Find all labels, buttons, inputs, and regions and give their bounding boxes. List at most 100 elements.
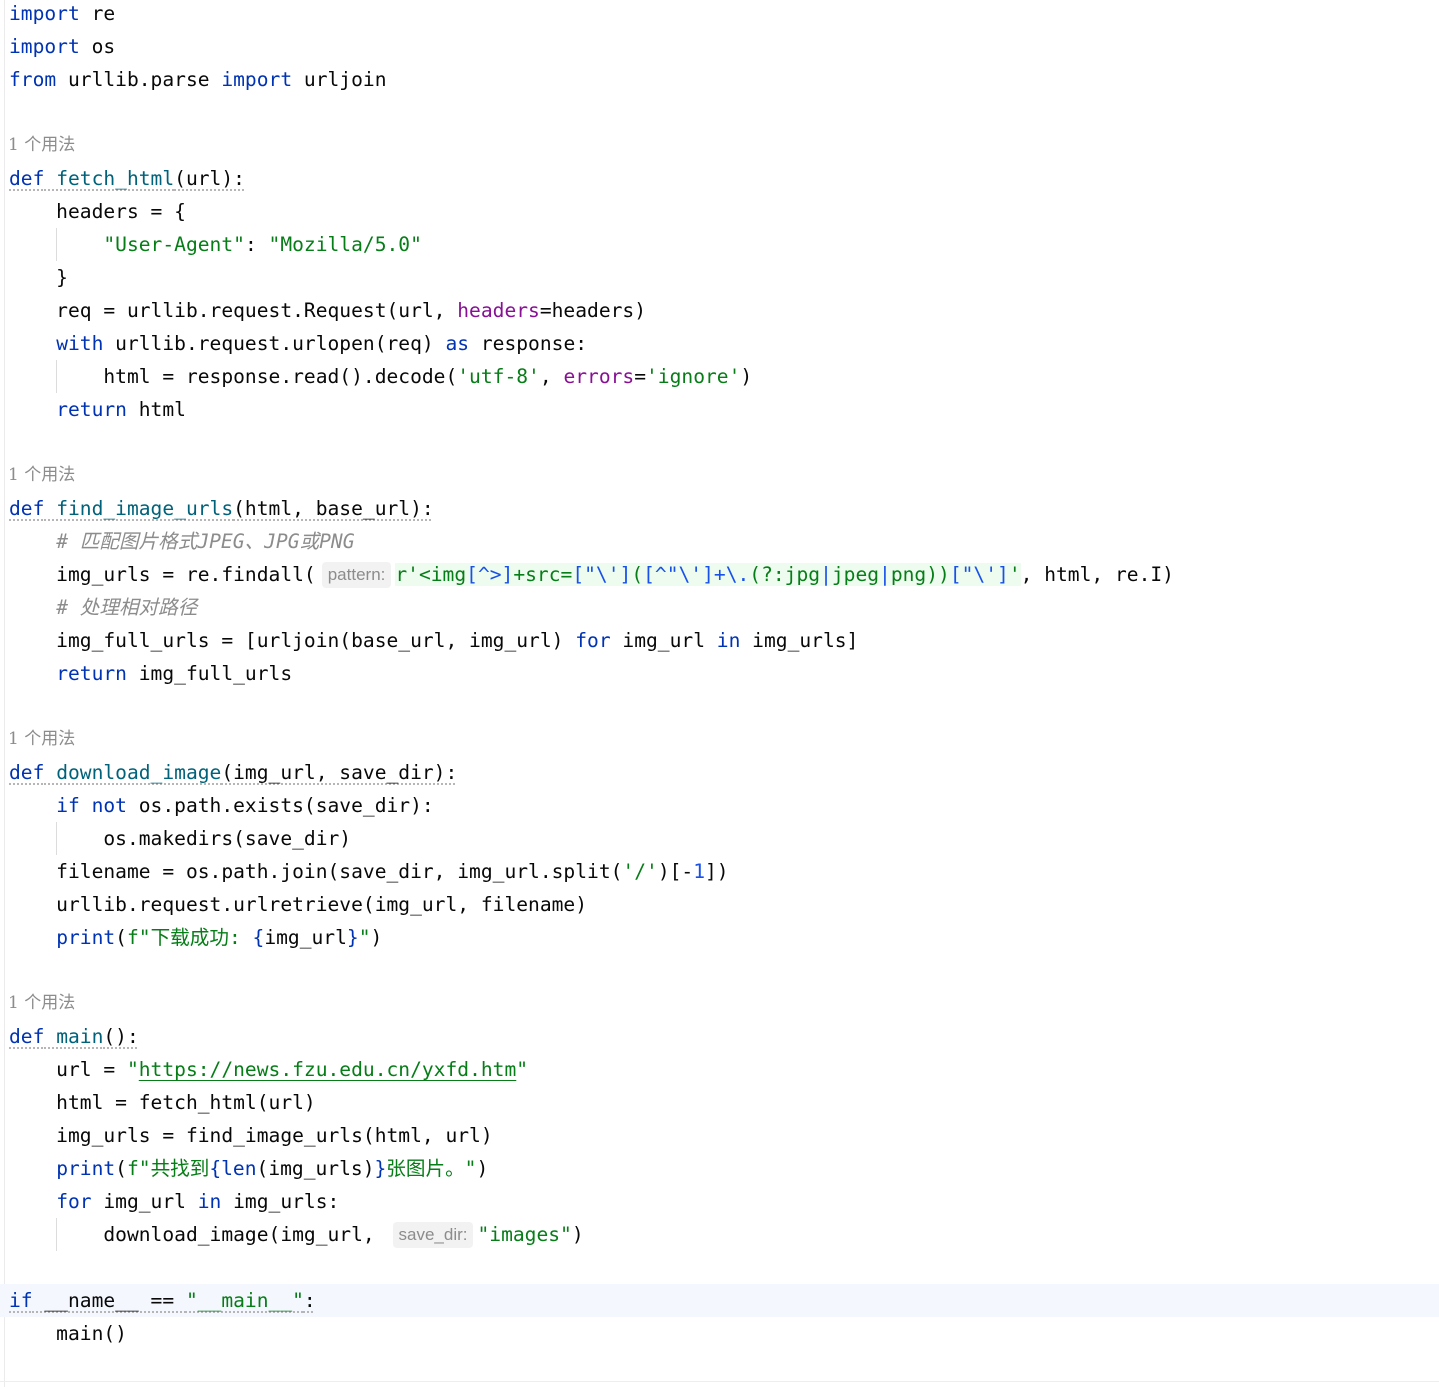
url-link[interactable]: https://news.fzu.edu.cn/yxfd.htm [139,1058,517,1081]
regex-token: ["\'] [949,563,1009,586]
keyword-token: def [9,167,45,190]
usage-hint[interactable]: 1 个用法 [8,987,75,1020]
string-token: ( [631,563,644,586]
code-line[interactable]: img_urls = find_image_urls(html, url) [9,1119,492,1152]
usage-hint[interactable]: 1 个用法 [8,129,75,162]
code-line[interactable]: return img_full_urls [9,657,292,690]
code-token: response: [469,332,588,355]
code-token: } [9,266,68,289]
keyword-token: as [445,332,470,355]
code-token: html = response.read().decode( [9,365,458,388]
code-token: img_url [264,926,347,949]
string-token: jpeg [831,563,880,586]
code-editor[interactable]: import re import os from urllib.parse im… [0,0,1439,1387]
string-token: "images" [477,1223,572,1246]
regex-token: [^>] [466,563,514,586]
function-name: main [56,1025,104,1048]
keyword-token: def [9,1025,45,1048]
string-token: 张图片。 [386,1157,465,1180]
code-line-current[interactable]: if __name__ == "__main__": [0,1284,1439,1317]
code-line[interactable]: for img_url in img_urls: [9,1185,339,1218]
code-token: urllib.request.urlretrieve(img_url, file… [9,893,588,916]
code-token: re [79,2,116,25]
builtin-token: len [221,1157,257,1180]
string-token: 共找到 [150,1157,210,1180]
code-line-2[interactable]: import os [9,30,115,63]
number-token: 1 [693,860,705,883]
keyword-token: with [56,332,104,355]
code-token: img_urls] [740,629,859,652]
code-line[interactable]: req = urllib.request.Request(url, header… [9,294,646,327]
code-line-comment[interactable]: # 匹配图片格式JPEG、JPG或PNG [9,525,355,558]
code-line-def-find-image-urls[interactable]: def find_image_urls(html, base_url): [9,492,434,525]
code-line[interactable]: url = "https://news.fzu.edu.cn/yxfd.htm" [9,1053,528,1086]
comment-token: JPG [264,530,300,553]
code-line-3[interactable]: from urllib.parse import urljoin [9,63,387,96]
string-token: f" [126,1157,151,1180]
code-line[interactable]: os.makedirs(save_dir) [9,822,351,855]
keyword-token: for [575,629,611,652]
code-line[interactable]: } [9,261,68,294]
keyword-token: from [9,68,57,91]
string-token: ' [1008,563,1021,586]
comment-token: JPEG [197,530,245,553]
code-line-comment[interactable]: # 处理相对路径 [9,591,197,624]
parameter-hint: save_dir: [392,1222,474,1248]
code-line[interactable]: filename = os.path.join(save_dir, img_ur… [9,855,729,888]
string-token: r'<img [395,563,467,586]
builtin-token: print [56,926,116,949]
code-token: ) [476,1157,489,1180]
code-token: (img_urls) [256,1157,375,1180]
comment-token: 、 [244,530,265,553]
code-line[interactable]: main() [9,1317,127,1350]
code-line-def-main[interactable]: def main(): [9,1020,139,1053]
keyword-token: def [9,497,45,520]
string-token: (?: [749,563,785,586]
code-token: img_urls = re.findall( [9,563,316,586]
param-token: errors [563,365,635,388]
code-line[interactable]: print(f"下载成功: {img_url}") [9,921,382,954]
code-line[interactable]: with urllib.request.urlopen(req) as resp… [9,327,587,360]
keyword-token: import [221,68,293,91]
code-line[interactable]: headers = { [9,195,186,228]
regex-literal: r'<img[^>]+src=["\']([^"\']+\.(?:jpg|jpe… [395,563,1021,586]
code-line[interactable]: return html [9,393,186,426]
comment-token: PNG [319,530,355,553]
code-line[interactable]: urllib.request.urlretrieve(img_url, file… [9,888,587,921]
code-line-1[interactable]: import re [9,0,115,30]
keyword-token: in [716,629,741,652]
code-token: : [303,1289,316,1312]
code-line-def-download-image[interactable]: def download_image(img_url, save_dir): [9,756,457,789]
code-line[interactable]: "User-Agent": "Mozilla/5.0" [9,228,422,261]
code-line-def-fetch-html[interactable]: def fetch_html(url): [9,162,245,195]
string-token: 下载成功 [150,926,229,949]
function-name: find_image_urls [56,497,234,520]
code-line[interactable]: if not os.path.exists(save_dir): [9,789,434,822]
code-line[interactable]: html = fetch_html(url) [9,1086,316,1119]
code-line-findall[interactable]: img_urls = re.findall(pattern: r'<img[^>]… [9,558,1174,591]
comment-token: # [56,530,80,553]
code-token: ]) [705,860,729,883]
code-line[interactable]: print(f"共找到{len(img_urls)}张图片。") [9,1152,488,1185]
param-token: headers [457,299,540,322]
code-token: : [244,233,269,256]
code-line[interactable]: download_image(img_url, save_dir: "images… [9,1218,584,1251]
code-token: ) [571,1223,584,1246]
code-token: ( [115,926,127,949]
code-token: img_full_urls = [urljoin(base_url, img_u… [9,629,576,652]
code-token: img_url [610,629,717,652]
code-line[interactable]: img_full_urls = [urljoin(base_url, img_u… [9,624,858,657]
string-token: : [228,926,253,949]
code-token: html = fetch_html(url) [9,1091,316,1114]
usage-hint[interactable]: 1 个用法 [8,723,75,756]
usage-hint[interactable]: 1 个用法 [8,459,75,492]
string-token: +src= [513,563,573,586]
code-line[interactable]: html = response.read().decode('utf-8', e… [9,360,752,393]
